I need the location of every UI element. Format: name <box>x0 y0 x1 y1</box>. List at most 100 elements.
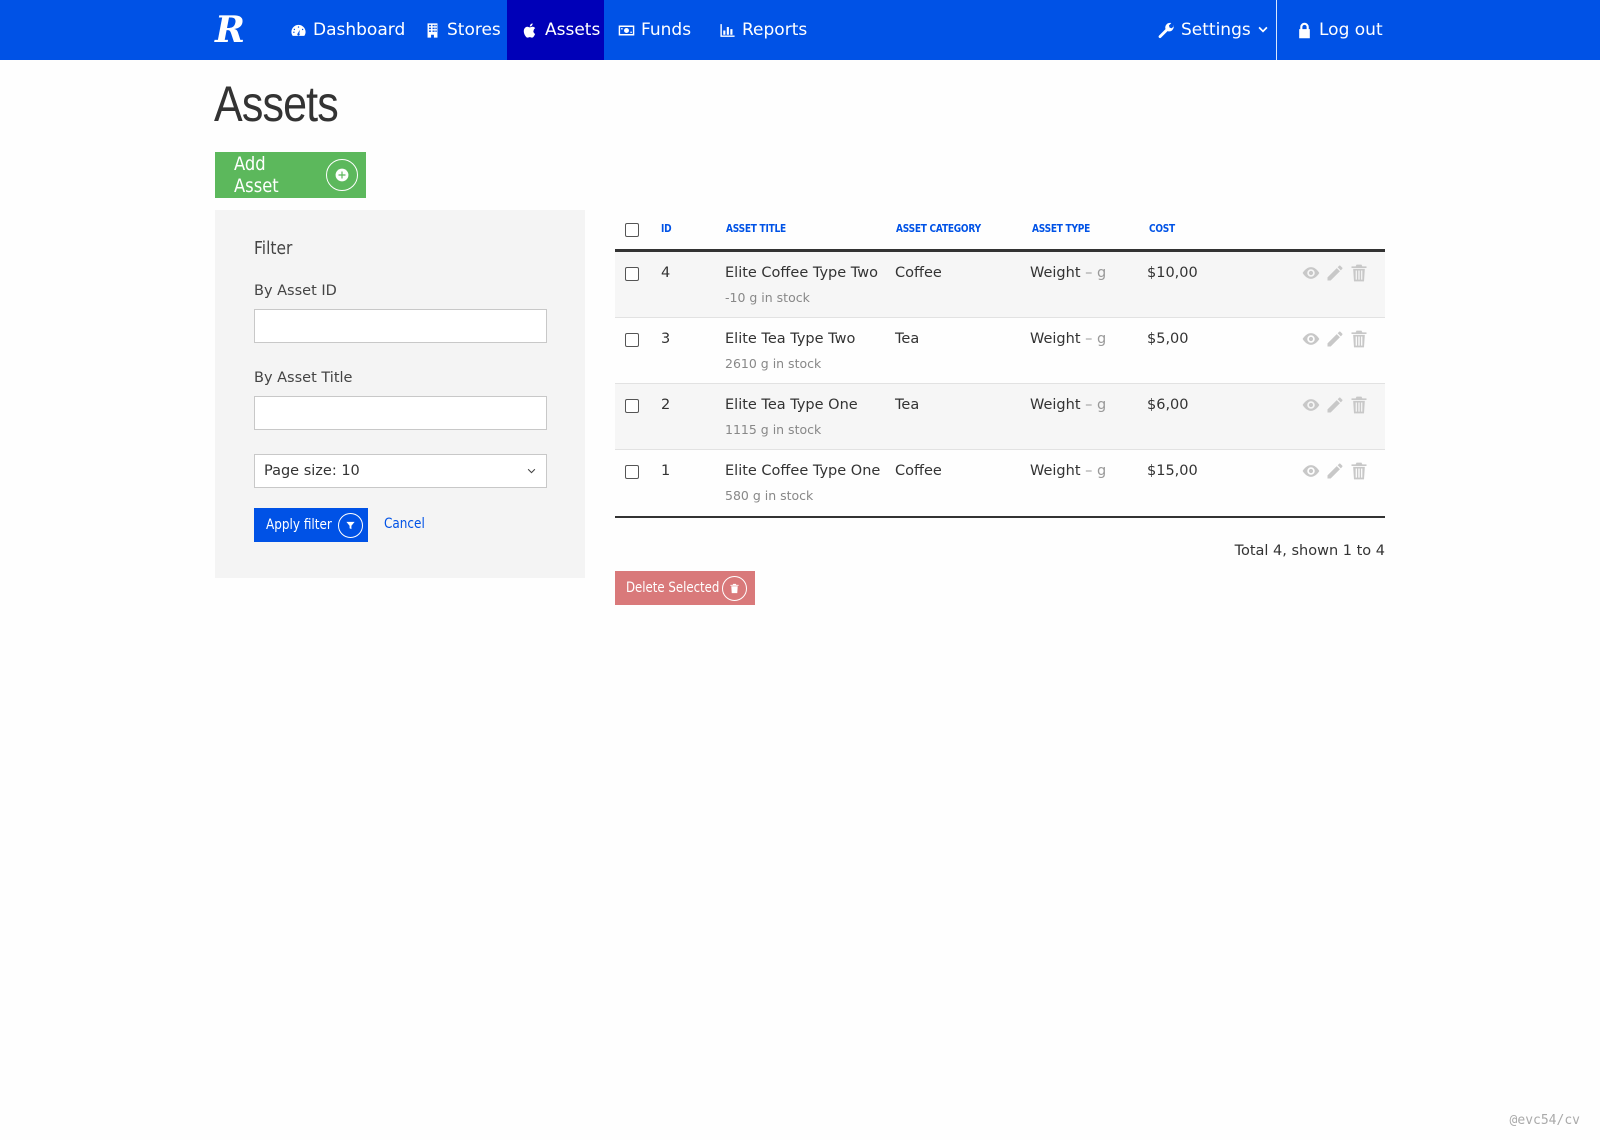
nav-stores-label: Stores <box>447 20 501 40</box>
table-row: 1 Elite Coffee Type One 580 g in stock C… <box>615 450 1385 516</box>
chevron-down-icon <box>527 468 536 474</box>
nav-settings-label: Settings <box>1181 20 1251 40</box>
building-icon <box>427 22 438 38</box>
row-actions <box>1301 395 1369 415</box>
delete-selected-button[interactable]: Delete Selected <box>615 571 755 605</box>
row-checkbox[interactable] <box>625 267 639 281</box>
nav-assets-label: Assets <box>545 20 601 40</box>
asset-id-input[interactable] <box>254 309 547 343</box>
eye-icon[interactable] <box>1301 329 1321 349</box>
logo[interactable]: R <box>215 8 245 52</box>
row-category: Tea <box>895 397 920 413</box>
filter-title: Filter <box>254 238 293 259</box>
row-type-unit: – g <box>1085 265 1107 281</box>
row-actions <box>1301 329 1369 349</box>
add-asset-label: Add Asset <box>234 153 279 197</box>
nav-funds[interactable]: Funds <box>618 0 691 60</box>
row-type-name: Weight <box>1030 463 1081 479</box>
asset-title-label: By Asset Title <box>254 370 353 386</box>
row-type-unit: – g <box>1085 331 1107 347</box>
nav-logout-label: Log out <box>1319 20 1383 40</box>
asset-id-label: By Asset ID <box>254 283 337 299</box>
bar-chart-icon <box>720 23 735 37</box>
table-row: 2 Elite Tea Type One 1115 g in stock Tea… <box>615 384 1385 450</box>
table-row: 4 Elite Coffee Type Two -10 g in stock C… <box>615 252 1385 318</box>
nav-divider <box>1276 0 1277 60</box>
trash-icon[interactable] <box>1349 263 1369 283</box>
eye-icon[interactable] <box>1301 263 1321 283</box>
nav-dashboard-label: Dashboard <box>313 20 406 40</box>
table-footer-border <box>615 516 1385 518</box>
nav-settings[interactable]: Settings <box>1158 0 1269 60</box>
column-header-asset-title[interactable]: ASSET TITLE <box>726 222 786 235</box>
filter-panel: Filter By Asset ID By Asset Title Page s… <box>215 210 585 578</box>
wrench-icon <box>1158 22 1175 38</box>
tachometer-icon <box>291 24 306 36</box>
apply-filter-label: Apply filter <box>266 517 332 533</box>
watermark: @evc54/cv <box>1509 1113 1580 1128</box>
trash-icon[interactable] <box>1349 395 1369 415</box>
row-type-name: Weight <box>1030 397 1081 413</box>
table-row: 3 Elite Tea Type Two 2610 g in stock Tea… <box>615 318 1385 384</box>
money-icon <box>618 25 635 35</box>
column-header-id[interactable]: ID <box>661 222 672 235</box>
apply-filter-button[interactable]: Apply filter <box>254 508 368 542</box>
apple-icon <box>523 22 536 38</box>
select-all-checkbox[interactable] <box>625 223 639 237</box>
eye-icon[interactable] <box>1301 461 1321 481</box>
column-header-cost[interactable]: COST <box>1149 222 1175 235</box>
nav-stores[interactable]: Stores <box>424 0 501 60</box>
row-checkbox[interactable] <box>625 333 639 347</box>
cancel-link[interactable]: Cancel <box>384 516 425 532</box>
row-checkbox[interactable] <box>625 465 639 479</box>
navbar: R Dashboard Stores Assets Funds Reports … <box>0 0 1600 60</box>
row-stock: 580 g in stock <box>725 488 814 503</box>
page-size-value: Page size: 10 <box>264 463 360 479</box>
row-actions <box>1301 263 1369 283</box>
pencil-icon[interactable] <box>1325 263 1345 283</box>
nav-assets[interactable]: Assets <box>507 0 604 60</box>
pencil-icon[interactable] <box>1325 461 1345 481</box>
row-type-unit: – g <box>1085 463 1107 479</box>
row-category: Coffee <box>895 265 942 281</box>
row-id: 2 <box>661 397 671 413</box>
nav-funds-label: Funds <box>641 20 692 40</box>
row-checkbox[interactable] <box>625 399 639 413</box>
row-title: Elite Coffee Type Two <box>725 265 878 281</box>
nav-reports-label: Reports <box>742 20 808 40</box>
row-type-name: Weight <box>1030 331 1081 347</box>
plus-circle-icon <box>326 159 358 191</box>
trash-icon[interactable] <box>1349 461 1369 481</box>
row-id: 1 <box>661 463 671 479</box>
row-cost: $5,00 <box>1147 331 1189 347</box>
row-type: Weight – g <box>1030 331 1106 347</box>
row-stock: 2610 g in stock <box>725 356 822 371</box>
row-cost: $15,00 <box>1147 463 1198 479</box>
filter-icon <box>338 512 363 538</box>
add-asset-button[interactable]: Add Asset <box>215 152 366 198</box>
row-category: Coffee <box>895 463 942 479</box>
eye-icon[interactable] <box>1301 395 1321 415</box>
column-header-asset-type[interactable]: ASSET TYPE <box>1032 222 1090 235</box>
page-title: Assets <box>214 76 339 132</box>
asset-title-input[interactable] <box>254 396 547 430</box>
nav-dashboard[interactable]: Dashboard <box>290 0 405 60</box>
lock-icon <box>1299 22 1310 38</box>
nav-reports[interactable]: Reports <box>719 0 807 60</box>
pager-info: Total 4, shown 1 to 4 <box>1234 543 1385 559</box>
row-type-unit: – g <box>1085 397 1107 413</box>
trash-icon[interactable] <box>1349 329 1369 349</box>
column-header-asset-category[interactable]: ASSET CATEGORY <box>896 222 981 235</box>
row-stock: -10 g in stock <box>725 290 810 305</box>
row-actions <box>1301 461 1369 481</box>
row-category: Tea <box>895 331 920 347</box>
page-size-select[interactable]: Page size: 10 <box>254 454 547 488</box>
row-stock: 1115 g in stock <box>725 422 822 437</box>
delete-selected-label: Delete Selected <box>626 580 720 596</box>
row-type: Weight – g <box>1030 463 1106 479</box>
row-title: Elite Coffee Type One <box>725 463 881 479</box>
nav-logout[interactable]: Log out <box>1296 0 1383 60</box>
trash-icon <box>722 575 747 601</box>
pencil-icon[interactable] <box>1325 329 1345 349</box>
pencil-icon[interactable] <box>1325 395 1345 415</box>
